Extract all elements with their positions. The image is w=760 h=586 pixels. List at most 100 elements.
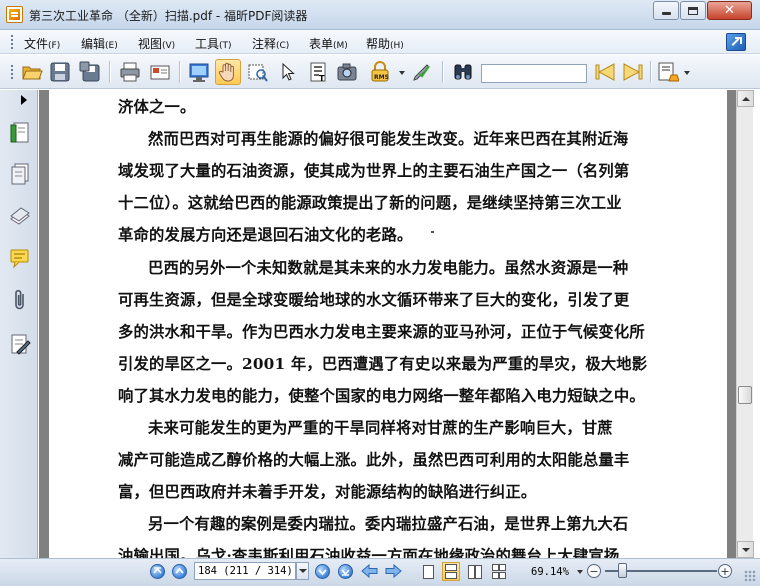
previous-page-button[interactable] <box>172 564 187 579</box>
page-number-input[interactable]: 184 (211 / 314) <box>194 562 296 580</box>
bookmarks-icon[interactable] <box>9 121 31 145</box>
continuous-view-button[interactable] <box>442 562 460 581</box>
continuous-facing-view-button[interactable] <box>490 562 508 581</box>
rms-lock-icon[interactable]: RMS <box>367 59 393 85</box>
find-prev-icon[interactable] <box>592 59 618 85</box>
scrollbar-thumb[interactable] <box>738 386 752 404</box>
next-page-icon <box>318 569 327 576</box>
scroll-down-button[interactable] <box>737 541 754 558</box>
menu-form[interactable]: 表单(M) <box>309 35 348 52</box>
email-icon[interactable] <box>147 59 173 85</box>
resize-grip-icon[interactable] <box>744 570 756 582</box>
comments-icon[interactable] <box>9 246 31 270</box>
sign-icon[interactable] <box>409 59 435 85</box>
rms-label: RMS <box>374 74 389 81</box>
document-line: 济体之一。 <box>118 98 196 116</box>
signatures-icon[interactable] <box>9 332 31 356</box>
highlight-icon[interactable] <box>655 59 681 85</box>
toolbar-grip-icon[interactable] <box>11 65 13 79</box>
menu-help[interactable]: 帮助(H) <box>366 35 404 52</box>
menubar-grip-icon[interactable] <box>11 35 13 49</box>
document-line: 巴西的另外一个未知数就是其未来的水力发电能力。虽然水资源是一种 <box>148 259 629 277</box>
search-input[interactable] <box>481 64 587 83</box>
text-select-icon[interactable]: T <box>305 59 331 85</box>
menu-tools[interactable]: 工具(T) <box>195 35 232 52</box>
document-line: 未来可能发生的更为严重的干旱同样将对甘蔗的生产影响巨大，甘蔗 <box>148 419 613 437</box>
document-line: 域发现了大量的石油资源，使其成为世界上的主要石油生产国之一（名列第 <box>118 162 630 180</box>
zoom-level[interactable]: 69.14% <box>531 566 569 578</box>
document-line: 多的洪水和干旱。作为巴西水力发电主要来源的亚马孙河，正位于气候变化所 <box>118 323 645 341</box>
document-line: 减产可能造成乙醇价格的大幅上涨。此外，虽然巴西可利用的太阳能总量丰 <box>118 451 630 469</box>
zoom-slider-thumb[interactable] <box>618 563 627 578</box>
document-line: 可再生资源，但是全球变暖给地球的水文循环带来了巨大的变化，引发了更 <box>118 291 630 309</box>
document-line: 富，但巴西政府并未着手开发，对能源结构的缺陷进行纠正。 <box>118 483 537 501</box>
save-as-icon[interactable] <box>77 59 103 85</box>
single-page-icon <box>422 564 434 579</box>
toolbar-separator <box>442 61 443 83</box>
facing-view-button[interactable] <box>466 562 484 581</box>
window-title: 第三次工业革命 （全新）扫描.pdf - 福昕PDF阅读器 <box>29 9 308 23</box>
minimize-button[interactable] <box>653 1 679 20</box>
open-icon[interactable] <box>19 59 45 85</box>
menu-view[interactable]: 视图(V) <box>138 35 175 52</box>
print-icon[interactable] <box>117 59 143 85</box>
go-forward-icon[interactable] <box>385 564 402 578</box>
document-line: 然而巴西对可再生能源的偏好很可能发生改变。近年来巴西在其附近海 <box>148 130 629 148</box>
highlight-dropdown-arrow-icon[interactable] <box>684 71 690 75</box>
arrow-down-icon <box>741 547 750 552</box>
restore-window-icon[interactable] <box>726 33 746 51</box>
menu-edit[interactable]: 编辑(E) <box>81 35 118 52</box>
first-page-button[interactable] <box>150 564 165 579</box>
maximize-button[interactable] <box>680 1 706 20</box>
menu-bar: 文件(F) 编辑(E) 视图(V) 工具(T) 注释(C) 表单(M) 帮助(H… <box>0 30 760 54</box>
continuous-page-icon <box>445 564 457 579</box>
toolbar: T RMS <box>0 55 760 89</box>
rms-dropdown-arrow-icon[interactable] <box>399 71 405 75</box>
next-page-button[interactable] <box>315 564 330 579</box>
vertical-scrollbar[interactable] <box>736 90 754 558</box>
page-dropdown-button[interactable] <box>296 562 309 580</box>
menu-file[interactable]: 文件(F) <box>24 35 60 52</box>
maximize-icon <box>688 6 698 15</box>
pdf-page: 济体之一。 然而巴西对可再生能源的偏好很可能发生改变。近年来巴西在其附近海 域发… <box>49 90 727 558</box>
image-select-icon[interactable] <box>334 59 360 85</box>
toolbar-separator <box>109 61 110 83</box>
chevron-down-icon <box>298 569 307 573</box>
document-line: 引发的旱区之一。2001 年，巴西遭遇了有史以来最为严重的旱灾，极大地影 <box>118 355 648 373</box>
select-arrow-icon[interactable] <box>274 59 300 85</box>
find-next-icon[interactable] <box>620 59 646 85</box>
layers-icon[interactable] <box>9 204 31 228</box>
previous-page-icon <box>175 567 184 574</box>
last-page-icon <box>341 569 350 576</box>
close-button[interactable]: ✕ <box>707 1 752 20</box>
fullscreen-icon[interactable] <box>186 59 212 85</box>
last-page-button[interactable] <box>338 564 353 579</box>
foxit-app-icon <box>6 6 23 23</box>
document-line: 油输出国。乌戈·查韦斯利用石油收益一方面在地缘政治的舞台上大肆宣扬 <box>118 547 620 558</box>
zoom-out-button[interactable]: − <box>587 564 601 578</box>
document-view[interactable]: 济体之一。 然而巴西对可再生能源的偏好很可能发生改变。近年来巴西在其附近海 域发… <box>39 90 736 558</box>
go-back-icon[interactable] <box>361 564 378 578</box>
svg-text:T: T <box>319 74 325 83</box>
document-line: 响了其水力发电的能力，使整个国家的电力网络一整年都陷入电力短缺之中。 <box>118 387 645 405</box>
pages-icon[interactable] <box>9 162 31 186</box>
snapshot-icon[interactable] <box>245 59 271 85</box>
status-bar: 184 (211 / 314) 69.14% − + <box>0 558 760 586</box>
sidebar-expand-icon[interactable] <box>21 95 27 105</box>
facing-pages-icon <box>468 564 482 579</box>
document-line: 革命的发展方向还是退回石油文化的老路。 <box>118 226 413 244</box>
menu-comment[interactable]: 注释(C) <box>252 35 289 52</box>
zoom-dropdown-icon[interactable] <box>577 570 583 574</box>
first-page-icon <box>153 567 162 574</box>
hand-tool-icon[interactable] <box>215 59 241 85</box>
zoom-in-button[interactable]: + <box>718 564 732 578</box>
save-icon[interactable] <box>47 59 73 85</box>
scroll-up-button[interactable] <box>737 90 754 107</box>
document-line: 十二位）。这就给巴西的能源政策提出了新的问题，是继续坚持第三次工业 <box>118 194 622 212</box>
attachments-icon[interactable] <box>9 288 31 312</box>
minimize-icon <box>661 12 671 15</box>
title-bar: 第三次工业革命 （全新）扫描.pdf - 福昕PDF阅读器 ✕ <box>0 0 760 30</box>
toolbar-separator <box>650 61 651 83</box>
single-page-view-button[interactable] <box>419 562 437 581</box>
find-binoculars-icon[interactable] <box>450 59 476 85</box>
